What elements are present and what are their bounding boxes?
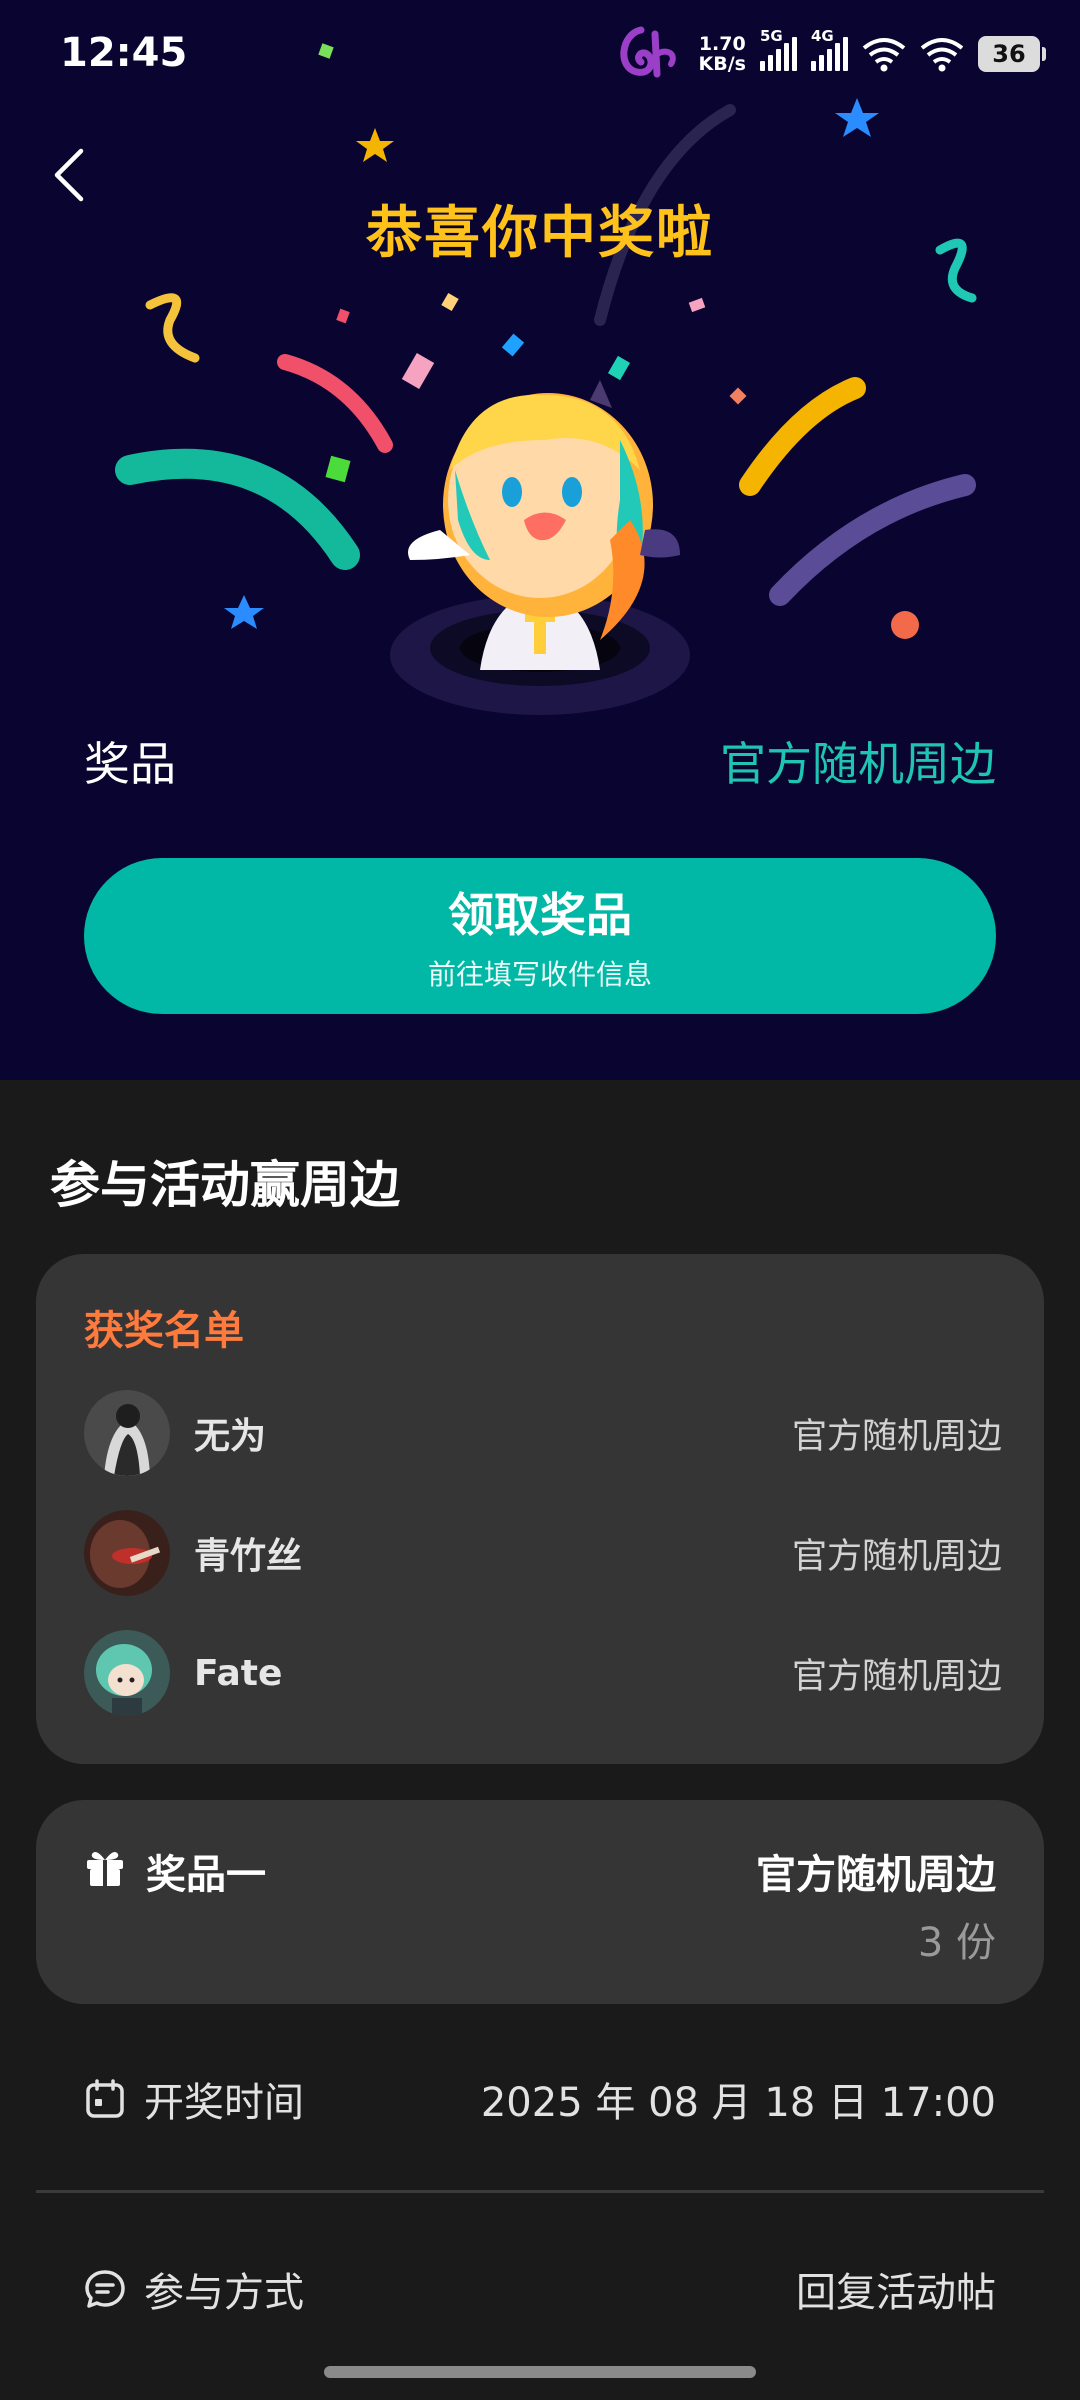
draw-time-label: 开奖时间	[144, 2080, 304, 2126]
winner-name: 无为	[194, 1416, 267, 1457]
winners-card: 获奖名单 无为 官方随机周边 青竹丝 官方随机周边 Fate 官方随机周边	[36, 1254, 1044, 1764]
winner-name: 青竹丝	[194, 1536, 303, 1577]
participation-row[interactable]: 参与方式 回复活动帖	[84, 2260, 996, 2318]
avatar-image	[84, 1630, 170, 1716]
prize-summary-row: 奖品 官方随机周边	[84, 728, 996, 794]
prize-label: 奖品	[84, 737, 176, 791]
avatar	[84, 1390, 170, 1476]
divider	[36, 2190, 1044, 2193]
avatar-image	[84, 1510, 170, 1596]
confetti-illustration	[115, 43, 977, 715]
draw-time-value: 2025 年 08 月 18 日 17:00	[480, 2080, 996, 2126]
winner-row[interactable]: 青竹丝 官方随机周边	[84, 1510, 1002, 1596]
claim-prize-button[interactable]: 领取奖品 前往填写收件信息	[84, 858, 996, 1014]
celebration-hero: 12:45 1.70 KB/s 5G 4G 36 恭喜你中奖啦 奖品 官方随机周…	[0, 0, 1080, 1080]
winner-name: Fate	[194, 1652, 283, 1694]
prize-tier-quantity: 3 份	[917, 1920, 996, 1966]
winner-prize: 官方随机周边	[791, 1416, 1002, 1457]
prize-value: 官方随机周边	[720, 737, 996, 791]
prize-tier-card: 奖品一 官方随机周边 3 份	[36, 1800, 1044, 2004]
claim-prize-subtitle: 前往填写收件信息	[427, 958, 652, 991]
avatar-image	[84, 1390, 170, 1476]
winner-row[interactable]: Fate 官方随机周边	[84, 1630, 1002, 1716]
avatar	[84, 1630, 170, 1716]
participation-value: 回复活动帖	[796, 2270, 996, 2316]
winner-prize: 官方随机周边	[791, 1656, 1002, 1697]
winners-title: 获奖名单	[84, 1308, 244, 1354]
home-indicator[interactable]	[324, 2366, 756, 2378]
winner-row[interactable]: 无为 官方随机周边	[84, 1390, 1002, 1476]
avatar	[84, 1510, 170, 1596]
calendar-icon	[86, 2079, 124, 2118]
section-title: 参与活动赢周边	[50, 1156, 400, 1214]
draw-time-row: 开奖时间 2025 年 08 月 18 日 17:00	[84, 2070, 996, 2128]
prize-tier-value: 官方随机周边	[756, 1852, 996, 1898]
chat-bubble-icon	[85, 2270, 125, 2308]
prize-tier-name: 奖品一	[146, 1852, 266, 1898]
congrats-title: 恭喜你中奖啦	[366, 201, 714, 266]
gift-icon	[87, 1852, 123, 1886]
claim-prize-title: 领取奖品	[448, 888, 632, 942]
participation-label: 参与方式	[144, 2270, 304, 2316]
winner-prize: 官方随机周边	[791, 1536, 1002, 1577]
